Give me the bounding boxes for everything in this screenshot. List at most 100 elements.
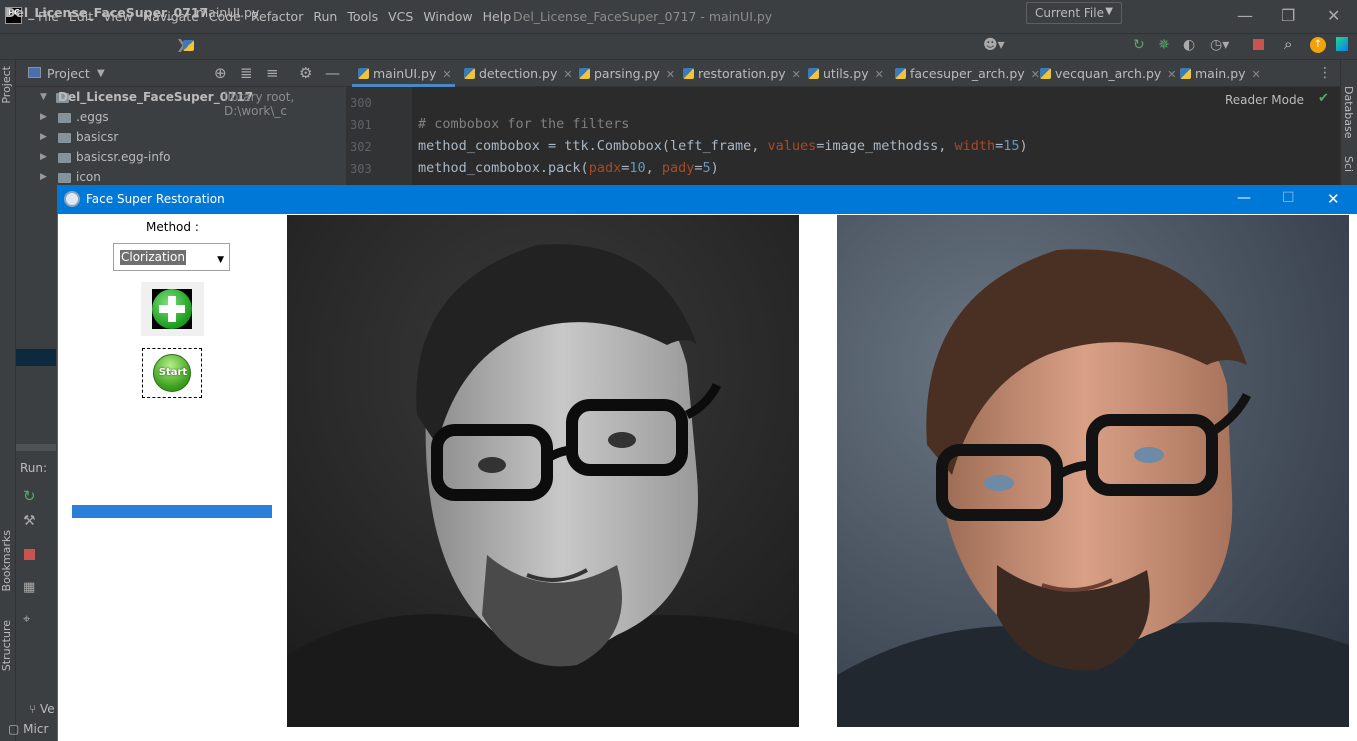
panel-scrollbar[interactable] bbox=[16, 444, 56, 451]
menu-run[interactable]: Run bbox=[313, 9, 337, 24]
more-tabs-icon[interactable]: ⋮ bbox=[1318, 65, 1332, 81]
database-tool-tab[interactable]: Database bbox=[1342, 86, 1355, 139]
tab-label: parsing.py bbox=[594, 66, 660, 81]
tree-item-label: basicsr.egg-info bbox=[76, 150, 171, 164]
coverage-icon[interactable]: ◐ bbox=[1183, 37, 1195, 53]
ide-minimize-icon[interactable]: — bbox=[1237, 6, 1253, 25]
chevron-down-icon[interactable]: ▼ bbox=[97, 68, 105, 79]
tree-item[interactable]: ▶ .eggs bbox=[16, 108, 346, 128]
code-token: = bbox=[694, 160, 703, 176]
tab-utils[interactable]: utils.py ✕ bbox=[808, 60, 884, 87]
tab-detection[interactable]: detection.py ✕ bbox=[464, 60, 573, 87]
tree-item[interactable]: ▶ basicsr bbox=[16, 128, 346, 148]
tab-main[interactable]: main.py ✕ bbox=[1180, 60, 1261, 87]
menu-help[interactable]: Help bbox=[483, 9, 512, 24]
input-portrait-drawing bbox=[287, 215, 799, 727]
close-icon[interactable]: ✕ bbox=[442, 68, 451, 81]
project-tool-tab[interactable]: Project bbox=[0, 66, 13, 104]
close-icon[interactable]: ✕ bbox=[1167, 68, 1176, 81]
tab-facesuper-arch[interactable]: facesuper_arch.py ✕ bbox=[895, 60, 1040, 87]
start-button[interactable]: Start bbox=[142, 348, 202, 398]
status-bar-item[interactable]: ▢ Micr bbox=[8, 722, 48, 736]
pin-icon[interactable]: ⌖ bbox=[23, 612, 30, 627]
progress-bar bbox=[72, 505, 272, 518]
close-icon[interactable]: ✕ bbox=[666, 68, 675, 81]
run-configuration-select[interactable]: Current File ▼ bbox=[1026, 2, 1122, 24]
menu-window[interactable]: Window bbox=[423, 9, 472, 24]
line-number: 300 bbox=[350, 96, 372, 110]
method-combobox[interactable]: Clorization ▼ bbox=[113, 243, 230, 271]
close-icon[interactable]: ✕ bbox=[1031, 68, 1040, 81]
start-circle-icon: Start bbox=[153, 354, 191, 392]
line-number: 301 bbox=[350, 118, 372, 132]
close-icon[interactable]: ✕ bbox=[792, 68, 801, 81]
layout-icon[interactable]: ▦ bbox=[23, 580, 35, 595]
code-token: ) bbox=[1019, 138, 1028, 154]
gear-icon[interactable]: ⚙ bbox=[299, 64, 312, 82]
debug-icon[interactable]: ✵ bbox=[1158, 37, 1170, 53]
tab-vecquan-arch[interactable]: vecquan_arch.py ✕ bbox=[1040, 60, 1177, 87]
project-panel-icon bbox=[28, 67, 41, 78]
tree-item[interactable]: ▶ basicsr.egg-info bbox=[16, 148, 346, 168]
expand-all-icon[interactable]: ≣ bbox=[240, 64, 253, 82]
code-line-303: method_combobox.pack(padx=10, pady=5) bbox=[418, 160, 719, 176]
tab-label: main.py bbox=[1195, 66, 1246, 81]
search-icon[interactable]: ⌕ bbox=[1284, 35, 1292, 53]
python-file-icon bbox=[579, 68, 590, 79]
close-icon[interactable]: ✕ bbox=[563, 68, 572, 81]
stop-icon[interactable] bbox=[24, 549, 35, 560]
menu-vcs[interactable]: VCS bbox=[388, 9, 413, 24]
chevron-right-icon: ▶ bbox=[40, 112, 47, 122]
app-title: Face Super Restoration bbox=[86, 192, 225, 206]
rerun-icon[interactable]: ↻ bbox=[23, 487, 36, 505]
breadcrumb-project[interactable]: Del_License_FaceSuper_0717 bbox=[5, 5, 208, 20]
code-token: pady bbox=[661, 160, 695, 176]
collapse-all-icon[interactable]: ≡ bbox=[266, 64, 279, 82]
add-image-button[interactable] bbox=[141, 282, 204, 336]
reader-mode-toggle[interactable]: Reader Mode bbox=[1225, 93, 1304, 107]
tree-root[interactable]: ▼ Del_License_FaceSuper_0717 library roo… bbox=[16, 88, 346, 118]
sciview-tool-tab[interactable]: Sci bbox=[1342, 156, 1355, 172]
app-title-bar[interactable] bbox=[57, 185, 1357, 214]
code-token: = bbox=[995, 138, 1004, 154]
user-icon[interactable]: ☻▾ bbox=[983, 37, 1005, 53]
chevron-right-icon: ▶ bbox=[40, 172, 47, 182]
close-icon[interactable]: ✕ bbox=[1252, 68, 1261, 81]
chevron-right-icon: ▶ bbox=[40, 152, 47, 162]
tab-parsing[interactable]: parsing.py ✕ bbox=[579, 60, 675, 87]
toolbox-icon[interactable] bbox=[1336, 37, 1348, 51]
method-label: Method : bbox=[146, 220, 199, 234]
bookmarks-tool-tab[interactable]: Bookmarks bbox=[0, 530, 13, 591]
app-maximize-icon[interactable]: ☐ bbox=[1282, 190, 1295, 206]
app-close-icon[interactable]: ✕ bbox=[1327, 190, 1340, 208]
locate-icon[interactable]: ⊕ bbox=[214, 64, 227, 82]
run-config-label: Current File bbox=[1035, 6, 1104, 20]
version-control-tab[interactable]: ⑂ Ve bbox=[29, 702, 55, 716]
python-file-icon bbox=[808, 68, 819, 79]
ide-close-icon[interactable]: ✕ bbox=[1327, 6, 1340, 25]
menu-tools[interactable]: Tools bbox=[347, 9, 378, 24]
code-token: 5 bbox=[702, 160, 711, 176]
code-line-301: # combobox for the filters bbox=[418, 116, 630, 132]
close-icon[interactable]: ✕ bbox=[875, 68, 884, 81]
app-minimize-icon[interactable]: — bbox=[1237, 190, 1251, 206]
hide-panel-icon[interactable]: — bbox=[325, 64, 340, 82]
rerun-icon[interactable]: ↻ bbox=[1133, 37, 1145, 53]
output-image bbox=[837, 215, 1349, 727]
tab-restoration[interactable]: restoration.py ✕ bbox=[683, 60, 801, 87]
status-bar-label: Micr bbox=[23, 722, 49, 736]
wrench-icon[interactable]: ⚒ bbox=[23, 513, 36, 529]
tree-item-label: basicsr bbox=[76, 130, 119, 144]
update-icon[interactable]: ↑ bbox=[1310, 37, 1326, 53]
ide-restore-icon[interactable]: ❐ bbox=[1281, 6, 1295, 25]
project-panel-title[interactable]: Project bbox=[47, 66, 90, 81]
plus-bar bbox=[168, 296, 176, 322]
tab-label: vecquan_arch.py bbox=[1055, 66, 1162, 81]
profile-icon[interactable]: ◷▾ bbox=[1210, 37, 1229, 53]
tab-mainui[interactable]: mainUI.py ✕ bbox=[358, 60, 452, 87]
breadcrumb-file[interactable]: mainUI.py bbox=[196, 5, 259, 20]
python-file-icon bbox=[358, 68, 369, 79]
structure-tool-tab[interactable]: Structure bbox=[0, 620, 13, 671]
stop-icon[interactable] bbox=[1253, 39, 1264, 50]
code-line-302: method_combobox = ttk.Combobox(left_fram… bbox=[418, 138, 1028, 154]
